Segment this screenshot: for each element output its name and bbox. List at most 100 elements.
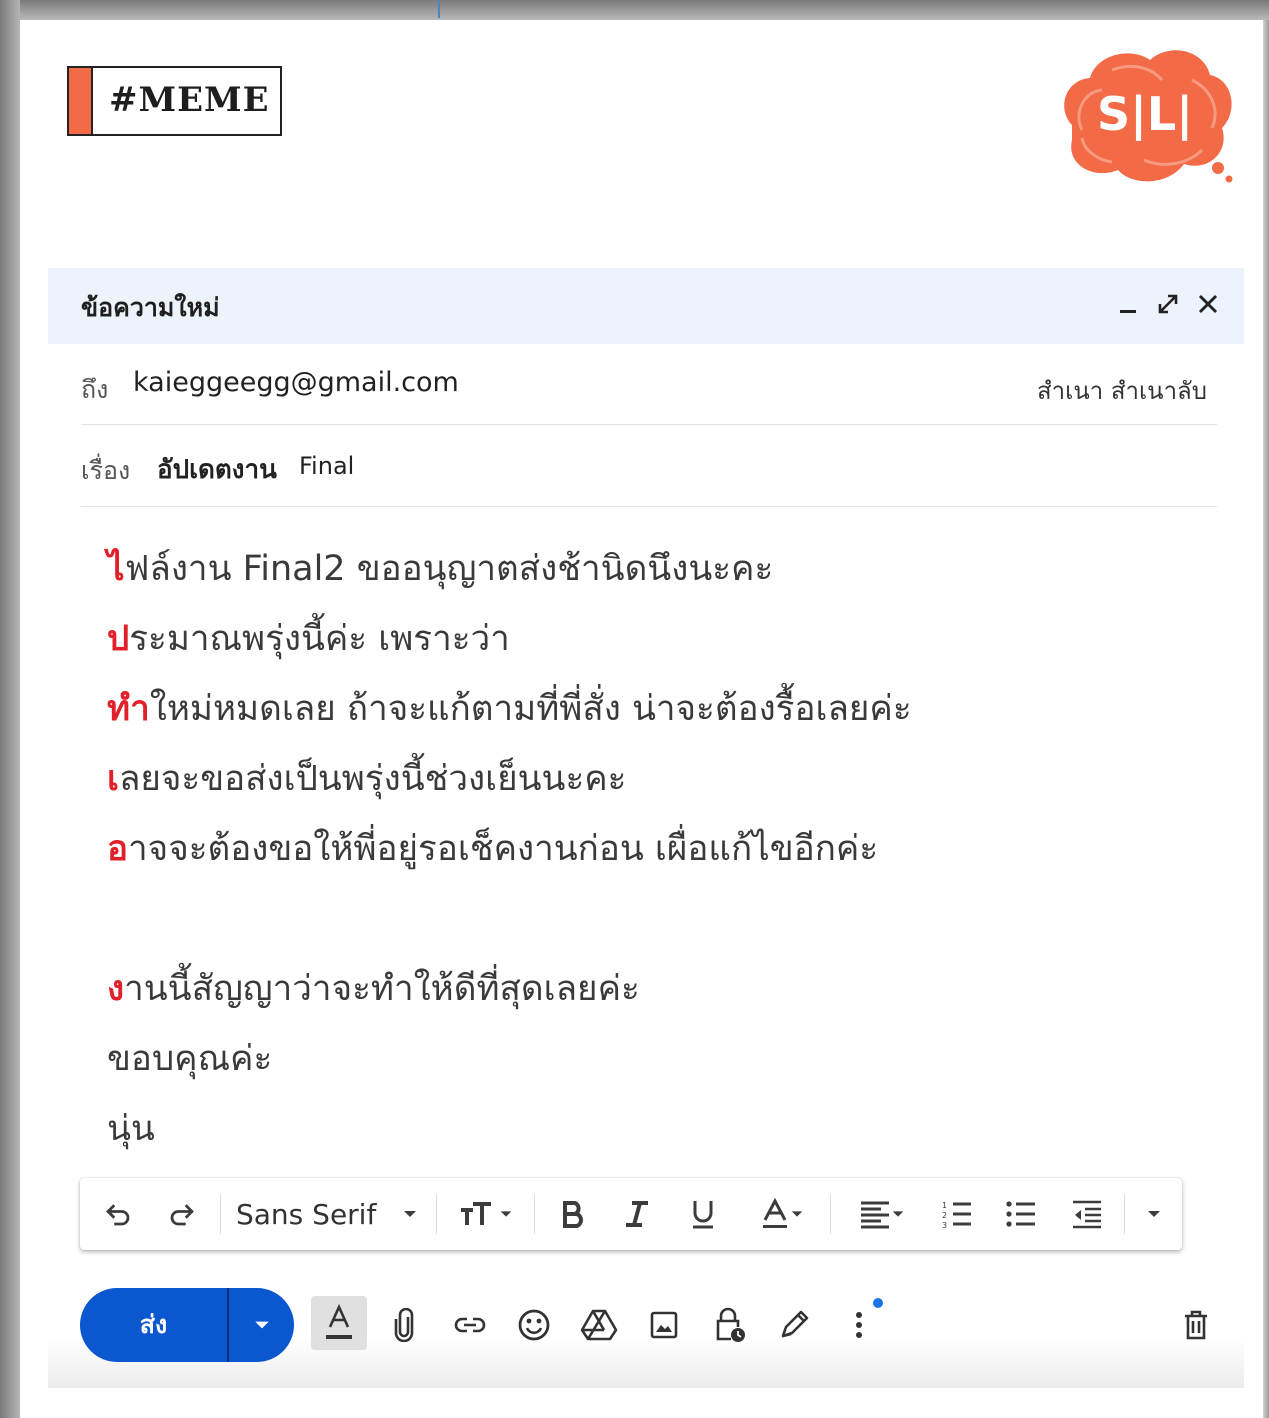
font-size-button[interactable] [450, 1178, 522, 1250]
svg-text:1: 1 [942, 1201, 947, 1210]
line-text: ใหม่หมดเลย ถ้าจะแก้ตามที่พี่สั่ง น่าจะต้… [149, 689, 912, 729]
thanks-line[interactable]: ขอบคุณค่ะ [107, 1031, 272, 1086]
brand-logo: S|L| [1064, 50, 1233, 183]
body-line[interactable]: ประมาณพรุ่งนี้ค่ะ เพราะว่า [107, 611, 510, 666]
signature-button[interactable] [772, 1290, 816, 1360]
font-size-icon [461, 1202, 491, 1225]
line-initial: ทำ [107, 689, 150, 729]
minimize-button[interactable] [1112, 284, 1144, 324]
window-frame-left [0, 0, 20, 1418]
line-initial: ง [107, 969, 125, 1009]
chevron-down-icon [500, 1211, 512, 1217]
italic-button[interactable] [616, 1178, 658, 1250]
line-text: ฟล์งาน Final2 ขออนุญาตส่งช้านิดนึงนะคะ [124, 549, 774, 589]
numbered-list-icon: 123 [942, 1201, 971, 1229]
line-initial: อ [107, 829, 129, 869]
numbered-list-button[interactable]: 123 [936, 1178, 978, 1250]
body-line[interactable]: ไฟล์งาน Final2 ขออนุญาตส่งช้านิดนึงนะคะ [107, 541, 773, 596]
subject-label: เรื่อง [81, 456, 131, 485]
body-line[interactable]: งานนี้สัญญาว่าจะทำให้ดีที่สุดเลยค่ะ [107, 961, 640, 1016]
expand-icon [1158, 294, 1178, 314]
align-button[interactable] [846, 1178, 918, 1250]
send-button-group: ส่ง [80, 1288, 294, 1362]
subject-field-en[interactable]: Final [299, 452, 354, 480]
close-icon [1198, 294, 1218, 314]
confidential-icon [716, 1307, 745, 1342]
italic-icon [626, 1201, 648, 1227]
line-initial: ป [107, 619, 130, 659]
toolbar-separator [534, 1194, 535, 1234]
undo-button[interactable] [98, 1178, 138, 1250]
formatting-options-icon [326, 1303, 352, 1339]
window-frame-top [0, 0, 1269, 20]
meme-tag: #MEME [67, 66, 282, 136]
redo-icon [170, 1204, 194, 1226]
bulleted-list-icon [1006, 1201, 1035, 1227]
photo-button[interactable] [642, 1290, 686, 1360]
more-options-icon [856, 1312, 862, 1338]
underline-button[interactable] [682, 1178, 724, 1250]
chevron-down-icon [892, 1211, 904, 1217]
send-button[interactable]: ส่ง [80, 1288, 227, 1362]
link-icon [454, 1317, 486, 1333]
indent-less-icon [1073, 1200, 1101, 1229]
indent-less-button[interactable] [1066, 1178, 1108, 1250]
body-line[interactable]: ทำใหม่หมดเลย ถ้าจะแก้ตามที่พี่สั่ง น่าจะ… [107, 681, 912, 736]
window-frame-right [1263, 20, 1269, 1418]
text-color-icon [763, 1198, 787, 1228]
formatting-options-button[interactable] [311, 1296, 367, 1350]
line-text: ลยจะขอส่งเป็นพรุ่งนี้ช่วงเย็นนะคะ [118, 759, 627, 799]
line-initial: ไ [107, 549, 125, 589]
line-initial: เ [107, 759, 119, 799]
drive-button[interactable] [576, 1290, 622, 1360]
more-formatting-button[interactable] [1138, 1178, 1170, 1250]
discard-button[interactable] [1176, 1290, 1216, 1360]
recipient-row[interactable]: ถึง kaieggeegg@gmail.com สำเนา สำเนาลับ [81, 344, 1217, 425]
svg-text:2: 2 [942, 1211, 947, 1220]
chevron-down-icon [791, 1211, 803, 1217]
chevron-down-icon [254, 1321, 269, 1329]
line-text: ระมาณพรุ่งนี้ค่ะ เพราะว่า [129, 619, 510, 659]
font-select[interactable]: Sans Serif [236, 1178, 426, 1250]
meme-tag-accent [69, 68, 93, 134]
formatting-toolbar: Sans Serif 123 [80, 1178, 1182, 1250]
guide-line [438, 0, 440, 18]
trash-icon [1185, 1310, 1207, 1340]
chevron-down-icon [404, 1211, 416, 1217]
compose-header: ข้อความใหม่ [48, 268, 1244, 344]
body-line[interactable]: เลยจะขอส่งเป็นพรุ่งนี้ช่วงเย็นนะคะ [107, 751, 626, 806]
more-options-button[interactable] [842, 1290, 876, 1360]
bold-button[interactable] [552, 1178, 594, 1250]
subject-field-thai[interactable]: อัปเดตงาน [157, 449, 277, 490]
schedule-send-button[interactable] [229, 1288, 294, 1362]
signature-icon [781, 1310, 809, 1338]
toolbar-separator [220, 1194, 221, 1234]
redo-button[interactable] [162, 1178, 202, 1250]
meme-tag-label: #MEME [109, 80, 270, 120]
subject-row[interactable]: เรื่อง อัปเดตงาน Final [81, 424, 1217, 507]
confidential-mode-button[interactable] [708, 1290, 752, 1360]
to-field[interactable]: kaieggeegg@gmail.com [133, 367, 459, 398]
logo-text: S|L| [1097, 87, 1193, 142]
emoji-button[interactable] [512, 1290, 556, 1360]
close-button[interactable] [1192, 284, 1224, 324]
attach-button[interactable] [384, 1290, 424, 1360]
font-name: Sans Serif [236, 1197, 377, 1231]
undo-icon [106, 1204, 130, 1226]
align-icon [861, 1201, 889, 1229]
text-color-button[interactable] [746, 1178, 818, 1250]
bulleted-list-button[interactable] [1000, 1178, 1042, 1250]
notification-dot [873, 1298, 883, 1308]
minimize-icon [1120, 310, 1136, 313]
toolbar-separator [830, 1194, 831, 1234]
signature-line[interactable]: นุ่น [107, 1101, 155, 1156]
link-button[interactable] [448, 1290, 492, 1360]
cc-bcc-link[interactable]: สำเนา สำเนาลับ [1037, 371, 1207, 410]
photo-icon [650, 1311, 678, 1339]
compose-title: ข้อความใหม่ [81, 293, 220, 322]
to-label: ถึง [81, 375, 109, 404]
emoji-icon [518, 1309, 550, 1341]
expand-button[interactable] [1152, 284, 1184, 324]
toolbar-separator [436, 1194, 437, 1234]
body-line[interactable]: อาจจะต้องขอให้พี่อยู่รอเช็คงานก่อน เผื่อ… [107, 821, 878, 876]
